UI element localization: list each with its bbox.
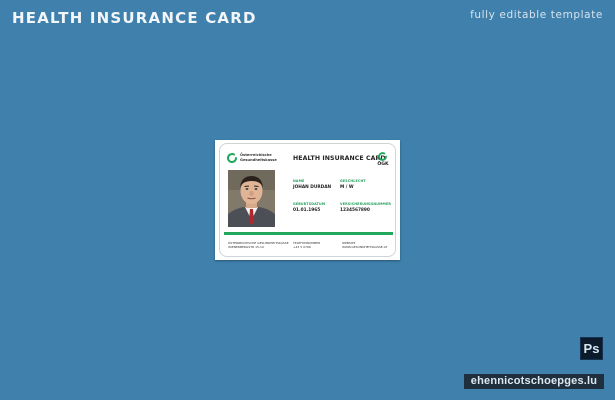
insurance-card-mockup: Österreichische Gesundheitskasse HEALTH … <box>215 140 400 260</box>
birthdate-value: 01.01.1965 <box>293 208 321 213</box>
card-title: HEALTH INSURANCE CARD <box>293 155 386 162</box>
portrait-photo <box>228 170 275 227</box>
brand-name: Österreichische Gesundheitskasse <box>240 153 290 162</box>
footer-address: ÖSTERREICHISCHE GESUNDHEITSKASSE WIENERB… <box>228 241 289 250</box>
birthdate-label: GEBURTSDATUM <box>293 202 326 206</box>
name-value: JOHAN DURDAN <box>293 185 332 190</box>
footer-website: WEBSITE WWW.GESUNDHEITSKASSE.AT <box>342 241 388 250</box>
website-watermark: ehennicotschoepges.lu <box>464 374 604 389</box>
accent-bar <box>224 232 393 235</box>
insurance-number-label: VERSICHERUNGSNUMMER <box>340 202 392 206</box>
footer-website-value: WWW.GESUNDHEITSKASSE.AT <box>342 244 388 249</box>
gender-label: GESCHLECHT <box>340 179 366 183</box>
brand-name-line2: Gesundheitskasse <box>240 157 277 162</box>
name-label: NAME <box>293 179 305 183</box>
photoshop-badge: Ps <box>580 337 603 360</box>
gkk-logo-icon <box>378 152 387 161</box>
page-subtitle: fully editable template <box>470 9 603 21</box>
insurance-number-value: 1234567890 <box>340 208 370 213</box>
page-title: HEALTH INSURANCE CARD <box>12 9 257 27</box>
gender-value: M / W <box>340 185 354 190</box>
footer-phone: TELEFONNUMMER +43 5 0766 <box>293 241 320 250</box>
footer-address-line2: WIENERBERGSTR 15-19 <box>228 244 264 249</box>
insurance-card: Österreichische Gesundheitskasse HEALTH … <box>219 143 396 257</box>
footer-phone-value: +43 5 0766 <box>293 244 311 249</box>
gkk-label: ÖGK <box>377 162 389 167</box>
brand-logo-icon <box>227 153 238 163</box>
